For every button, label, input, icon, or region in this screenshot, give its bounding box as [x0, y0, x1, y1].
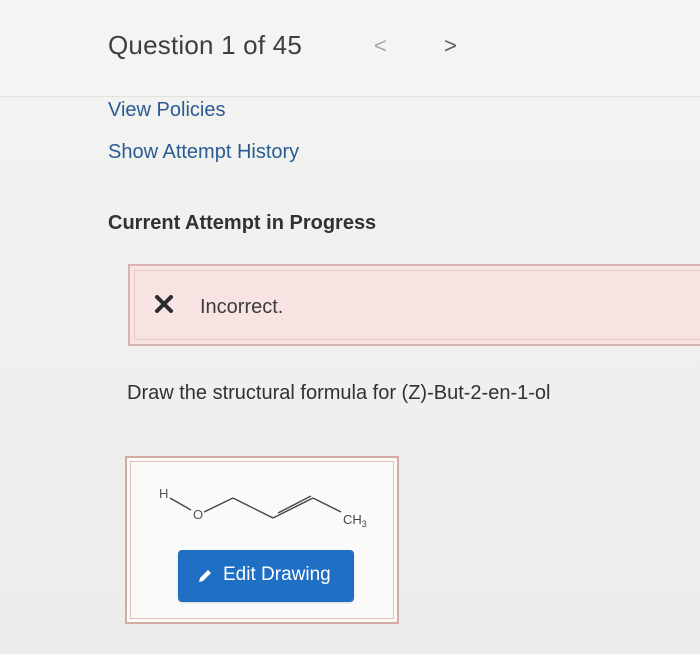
previous-question-button[interactable]: < [374, 33, 387, 59]
bond-c1-c2 [232, 497, 274, 519]
view-policies-link[interactable]: View Policies [108, 99, 225, 122]
bond-h-o [169, 497, 192, 511]
edit-drawing-label: Edit Drawing [223, 564, 331, 585]
question-title: Question 1 of 45 [108, 30, 302, 60]
bond-c2-c3 [272, 497, 314, 519]
drawing-canvas: H O CH3 Edit Drawing [130, 461, 394, 619]
oxygen-atom-label: O [193, 507, 203, 522]
feedback-status-text: Incorrect. [200, 296, 284, 318]
hydrogen-atom-label: H [159, 486, 168, 501]
show-attempt-history-link[interactable]: Show Attempt History [108, 141, 299, 164]
question-header: Question 1 of 45 < > [0, 0, 700, 97]
x-mark-icon [155, 295, 173, 313]
bond-c3-c4 [312, 497, 342, 513]
page: Question 1 of 45 < > View Policies Show … [0, 0, 700, 654]
feedback-banner: Incorrect. [128, 264, 700, 346]
drawing-answer-box: H O CH3 Edit Drawing [125, 456, 399, 624]
molecule-structure: H O CH3 [159, 486, 367, 529]
question-prompt: Draw the structural formula for (Z)-But-… [127, 382, 551, 404]
next-question-button[interactable]: > [444, 33, 457, 59]
pencil-icon [199, 570, 211, 582]
methyl-group-label: CH3 [343, 512, 367, 529]
bond-c2-c3-second [277, 495, 312, 514]
attempt-status-heading: Current Attempt in Progress [108, 212, 377, 234]
edit-drawing-button[interactable]: Edit Drawing [178, 550, 354, 602]
bond-o-c1 [203, 497, 234, 513]
